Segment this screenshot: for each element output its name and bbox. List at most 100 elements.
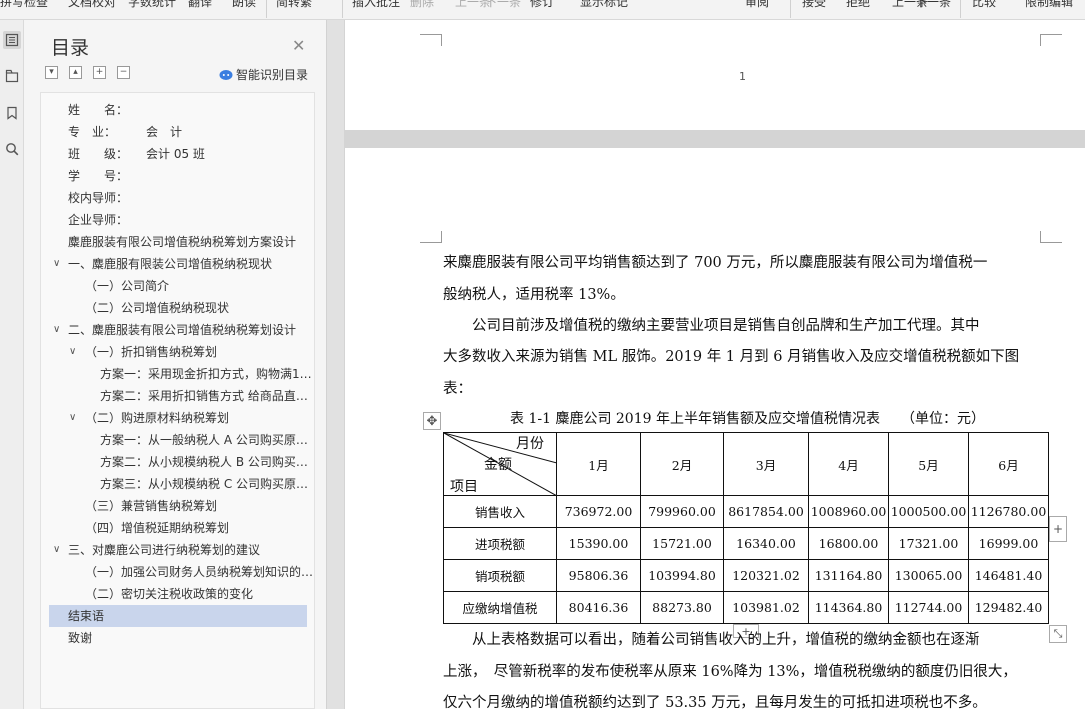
bookmark-icon[interactable] (3, 104, 21, 122)
corner-month-label: 月份 (516, 436, 544, 452)
row-label: 应缴纳增值税 (443, 591, 557, 624)
table-cell: 17321.00 (888, 527, 969, 560)
add-column-icon[interactable]: + (1049, 516, 1067, 542)
restrict-editing-button[interactable]: 限制编辑 (1025, 0, 1073, 10)
collapse-all-icon[interactable]: ▾ (45, 66, 58, 79)
toc-item[interactable]: （四）增值税延期纳税筹划 (41, 517, 314, 539)
page-number: 1 (739, 70, 746, 83)
add-heading-icon[interactable]: + (93, 66, 106, 79)
crop-mark (420, 231, 442, 243)
resize-table-icon[interactable]: ⤡ (1049, 625, 1067, 643)
toc-item[interactable]: 致谢 (41, 627, 314, 649)
crop-mark (420, 34, 442, 46)
delete-comment-button[interactable]: 删除 (410, 0, 434, 10)
word-count-button[interactable]: 字数统计 (128, 0, 176, 10)
toc-item[interactable]: （二）密切关注税收政策的变化 (41, 583, 314, 605)
toc-item[interactable]: 方案一：采用现金折扣方式，购物满100元返现 (41, 363, 314, 385)
table-row: 销项税额 95806.36 103994.80 120321.02 131164… (443, 559, 1049, 592)
page-1: 1 (345, 20, 1085, 130)
compare-button[interactable]: 比较 (972, 0, 996, 10)
table-cell: 88273.80 (640, 591, 724, 624)
next-comment-button[interactable]: 下一条 (485, 0, 521, 10)
accept-button[interactable]: 接受 (802, 0, 826, 10)
month-header: 1月 (556, 432, 641, 496)
toc-item[interactable]: 方案二：采用折扣销售方式 给商品直接打折 (41, 385, 314, 407)
toc-item[interactable]: 企业导师： (41, 209, 314, 231)
smart-recognize-toc-button[interactable]: 智能识别目录 (219, 66, 308, 83)
toc-item[interactable]: 校内导师： (41, 187, 314, 209)
toc-item[interactable]: 专 业： 会 计 (41, 121, 314, 143)
expand-level-icon[interactable]: ▴ (69, 66, 82, 79)
toc-item[interactable]: 方案三：从小规模纳税 C 公司购买原材料 (41, 473, 314, 495)
corner-item-label: 项目 (450, 479, 478, 495)
toolbar-divider (266, 0, 267, 18)
show-markup-button[interactable]: 显示标记 (580, 0, 628, 10)
read-aloud-button[interactable]: 朗读 (232, 0, 256, 10)
toc-item[interactable]: 学 号： (41, 165, 314, 187)
search-icon[interactable] (3, 140, 21, 158)
table-cell: 1008960.00 (808, 495, 889, 528)
paragraph-line: 公司目前涉及增值税的缴纳主要营业项目是销售自创品牌和生产加工代理。其中 (443, 318, 980, 334)
toc-item[interactable]: 三、对麋鹿公司进行纳税筹划的建议 (41, 539, 314, 561)
table-cell: 80416.36 (556, 591, 641, 624)
toc-item[interactable]: 姓 名： (41, 99, 314, 121)
remove-heading-icon[interactable]: − (117, 66, 130, 79)
row-label: 进项税额 (443, 527, 557, 560)
insert-comment-button[interactable]: 插入批注 (352, 0, 400, 10)
table-cell: 112744.00 (888, 591, 969, 624)
spell-check-button[interactable]: 拼写检查 (0, 0, 48, 10)
table-cell: 1126780.00 (968, 495, 1049, 528)
close-icon[interactable]: ✕ (292, 36, 305, 55)
paragraph-line: 般纳税人，适用税率 13%。 (443, 287, 625, 303)
toolbar-divider (790, 0, 791, 18)
toc-panel: 目录 ✕ ▾ ▴ + − 智能识别目录 姓 名： 专 业： 会 计 班 级： 会… (24, 20, 326, 709)
table-cell: 114364.80 (808, 591, 889, 624)
toc-item[interactable]: （一）加强公司财务人员纳税筹划知识的培训 (41, 561, 314, 583)
table-cell: 16999.00 (968, 527, 1049, 560)
paragraph-line: 表： (443, 381, 472, 397)
doc-proofread-button[interactable]: 文档校对 (68, 0, 116, 10)
toolbar-divider (960, 0, 961, 18)
diagonal-header-cell: 月份 金额 项目 (443, 432, 557, 496)
toc-item[interactable]: （一）折扣销售纳税筹划 (41, 341, 314, 363)
reject-button[interactable]: 拒绝 (846, 0, 870, 10)
paragraph-line: 从上表格数据可以看出，随着公司销售收入的上升，增值税的缴纳金额也在逐渐 (443, 632, 980, 648)
chapter-navigation-icon[interactable] (3, 67, 21, 85)
toc-item[interactable]: 麋鹿服装有限公司增值税纳税筹划方案设计 (41, 231, 314, 253)
paragraph-line: 来麋鹿服装有限公司平均销售额达到了 700 万元，所以麋鹿服装有限公司为增值税一 (443, 255, 988, 271)
table-cell: 15721.00 (640, 527, 724, 560)
simplified-to-traditional-button[interactable]: 简转繁 (276, 0, 312, 10)
toc-item[interactable]: （三）兼营销售纳税筹划 (41, 495, 314, 517)
toc-item[interactable]: 二、麋鹿服装有限公司增值税纳税筹划设计 (41, 319, 314, 341)
toolbar-divider (342, 0, 343, 18)
toc-title: 目录 (51, 37, 90, 59)
navigation-icon-bar (0, 20, 24, 709)
month-header: 4月 (808, 432, 889, 496)
row-label: 销售收入 (443, 495, 557, 528)
month-header: 3月 (723, 432, 809, 496)
toc-item[interactable]: 方案二：从小规模纳税人 B 公司购买原材料 (41, 451, 314, 473)
smart-recognize-label: 智能识别目录 (236, 68, 309, 82)
toc-item[interactable]: （二）公司增值税纳税现状 (41, 297, 314, 319)
review-button[interactable]: 审阅 (745, 0, 769, 10)
toc-item[interactable]: （二）购进原材料纳税筹划 (41, 407, 314, 429)
panel-splitter[interactable] (326, 20, 344, 709)
next-change-button[interactable]: 下一条 (915, 0, 951, 10)
toc-item[interactable]: 班 级： 会计 05 班 (41, 143, 314, 165)
toc-item[interactable]: 一、麋鹿服有限装公司增值税纳税现状 (41, 253, 314, 275)
table-cell: 1000500.00 (888, 495, 969, 528)
ai-cloud-icon (219, 69, 233, 80)
table-cell: 15390.00 (556, 527, 641, 560)
corner-amount-label: 金额 (484, 457, 512, 473)
page-2 (345, 148, 1085, 709)
paragraph-line: 大多数收入来源为销售 ML 服饰。2019 年 1 月到 6 月销售收入及应交增… (443, 349, 1020, 365)
table-cell: 799960.00 (640, 495, 724, 528)
table-move-handle-icon[interactable]: ✥ (423, 412, 441, 430)
toc-item-selected[interactable]: 结束语 (49, 605, 307, 627)
toc-item[interactable]: （一）公司简介 (41, 275, 314, 297)
toc-icon[interactable] (3, 31, 21, 49)
translate-button[interactable]: 翻译 (188, 0, 212, 10)
track-changes-button[interactable]: 修订 (530, 0, 554, 10)
table-cell: 103981.02 (723, 591, 809, 624)
toc-item[interactable]: 方案一：从一般纳税人 A 公司购买原材料 (41, 429, 314, 451)
